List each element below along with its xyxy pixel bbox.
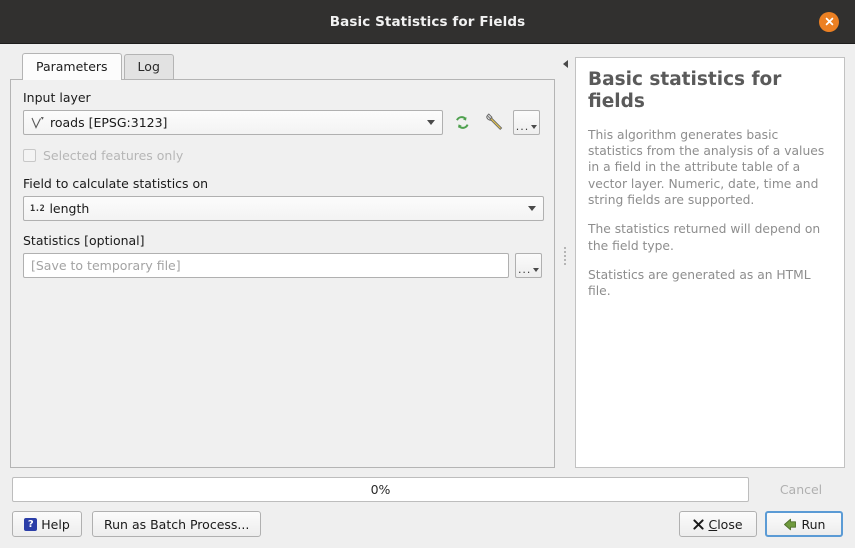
- dialog-body: Parameters Log Input layer roads [EPSG:3…: [0, 44, 855, 468]
- close-window-button[interactable]: [819, 11, 839, 32]
- run-as-batch-button[interactable]: Run as Batch Process...: [92, 511, 262, 537]
- button-row: ? Help Run as Batch Process... Close Run: [12, 511, 843, 537]
- close-icon: [825, 17, 833, 26]
- left-column: Parameters Log Input layer roads [EPSG:3…: [10, 52, 555, 468]
- window-title: Basic Statistics for Fields: [329, 13, 526, 30]
- selected-features-only-row[interactable]: Selected features only: [23, 148, 542, 163]
- splitter-grip[interactable]: [564, 247, 566, 265]
- input-layer-browse-button[interactable]: ...: [513, 110, 540, 135]
- selected-features-only-checkbox[interactable]: [23, 149, 36, 162]
- field-value: length: [49, 201, 90, 216]
- green-arrow-icon: [783, 518, 796, 531]
- field-label: Field to calculate statistics on: [23, 176, 209, 191]
- panel-splitter[interactable]: [555, 52, 575, 468]
- close-button-label: Close: [708, 516, 743, 532]
- input-layer-label: Input layer: [23, 90, 91, 105]
- parameters-panel: Input layer roads [EPSG:3123] ... Select…: [10, 79, 555, 468]
- chevron-down-icon: [533, 268, 540, 272]
- chevron-down-icon: [523, 206, 541, 211]
- basic-statistics-dialog: Basic Statistics for Fields Parameters L…: [0, 0, 855, 548]
- question-mark-icon: ?: [24, 517, 38, 531]
- dialog-footer: 0% Cancel ? Help Run as Batch Process...…: [0, 468, 855, 548]
- progress-row: 0% Cancel: [12, 477, 843, 502]
- line-vector-layer-icon: [30, 116, 45, 130]
- statistics-output-input[interactable]: [Save to temporary file]: [23, 253, 510, 278]
- chevron-down-icon: [531, 125, 538, 129]
- input-layer-row: roads [EPSG:3123] ...: [23, 110, 542, 135]
- input-layer-browse-label: ...: [515, 120, 530, 133]
- progress-bar: 0%: [12, 477, 749, 502]
- decimal-field-type-icon: 1.2: [30, 203, 45, 214]
- run-button-label: Run: [801, 516, 826, 532]
- help-button[interactable]: ? Help: [12, 511, 82, 537]
- tab-bar: Parameters Log: [10, 52, 555, 80]
- title-bar: Basic Statistics for Fields: [0, 0, 855, 44]
- help-paragraph-3: Statistics are generated as an HTML file…: [588, 268, 811, 299]
- statistics-output-row: [Save to temporary file] ...: [23, 253, 542, 278]
- statistics-output-browse-label: ...: [517, 263, 532, 276]
- run-button[interactable]: Run: [765, 511, 843, 537]
- cancel-button: Cancel: [779, 482, 823, 497]
- selected-features-only-label: Selected features only: [43, 148, 184, 163]
- help-panel: Basic statistics for fields This algorit…: [575, 57, 845, 468]
- wrench-icon[interactable]: [481, 110, 507, 135]
- input-layer-combo[interactable]: roads [EPSG:3123]: [23, 110, 443, 135]
- iterate-refresh-icon[interactable]: [449, 110, 475, 135]
- statistics-output-browse-button[interactable]: ...: [515, 253, 542, 278]
- help-title: Basic statistics for fields: [588, 69, 782, 112]
- chevron-down-icon: [422, 120, 440, 125]
- field-combo[interactable]: 1.2 length: [23, 196, 544, 221]
- tab-log[interactable]: Log: [123, 54, 174, 79]
- input-layer-value: roads [EPSG:3123]: [50, 115, 168, 130]
- close-button[interactable]: Close: [679, 511, 757, 537]
- collapse-left-arrow-icon[interactable]: [562, 60, 568, 68]
- help-button-label: Help: [41, 516, 70, 532]
- help-paragraph-1: This algorithm generates basic statistic…: [588, 127, 825, 208]
- x-icon: [693, 518, 705, 530]
- help-paragraph-2: The statistics returned will depend on t…: [588, 222, 821, 253]
- tab-parameters[interactable]: Parameters: [22, 53, 122, 80]
- statistics-output-label: Statistics [optional]: [23, 233, 145, 248]
